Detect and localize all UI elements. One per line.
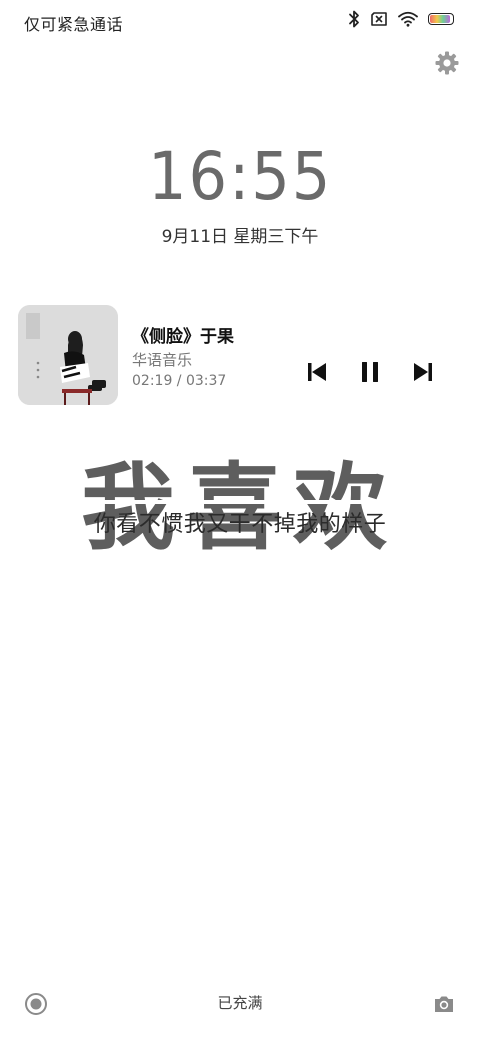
camera-icon[interactable] <box>432 992 456 1016</box>
clock-date: 9月11日 星期三下午 <box>161 227 319 247</box>
gear-icon[interactable] <box>434 50 460 76</box>
clock-time: 16:55 <box>147 138 333 215</box>
bluetooth-icon <box>348 10 360 28</box>
pause-icon[interactable] <box>357 359 383 385</box>
lyrics-line: 你看不惯我又干不掉我的样子 <box>93 512 387 537</box>
track-title: 《侧脸》于果 <box>132 327 234 347</box>
lock-screen: 仅可紧急通话 16:55 9月11日 星期三下午 《侧脸》于果 华语音乐 02:… <box>0 0 480 1040</box>
wifi-icon <box>398 11 418 27</box>
music-player[interactable]: 《侧脸》于果 华语音乐 02:19 / 03:37 <box>18 305 462 407</box>
previous-icon[interactable] <box>304 359 330 385</box>
track-source: 华语音乐 <box>132 351 193 369</box>
album-art[interactable] <box>18 305 118 405</box>
next-icon[interactable] <box>410 359 436 385</box>
sim-disabled-icon <box>370 12 388 26</box>
charge-status: 已充满 <box>217 994 263 1012</box>
status-icons <box>348 10 454 28</box>
status-bar: 仅可紧急通话 <box>0 0 480 42</box>
track-time: 02:19 / 03:37 <box>132 373 227 389</box>
lyrics-divider <box>80 500 400 504</box>
carrier-text: 仅可紧急通话 <box>24 15 124 34</box>
battery-icon <box>428 13 454 25</box>
